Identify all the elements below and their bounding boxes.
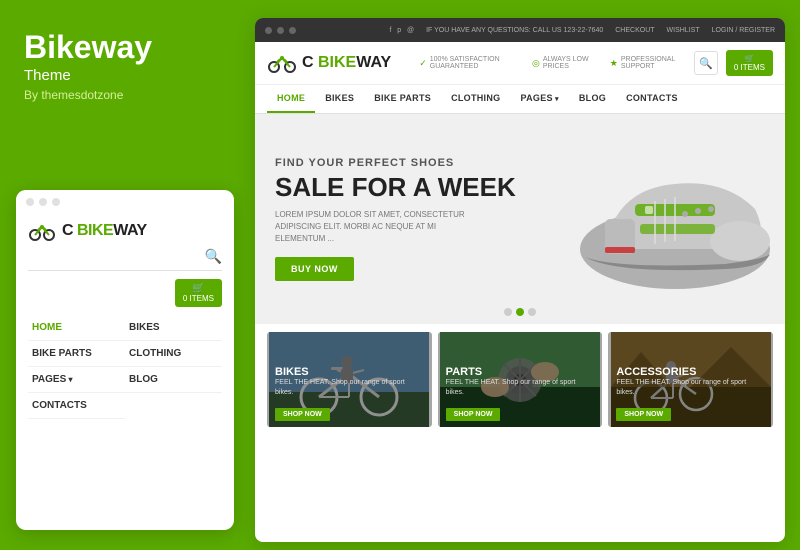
desktop-header: C BIKEWAY ✓ 100% SATISFACTION GUARANTEED… xyxy=(255,42,785,85)
parts-shop-button[interactable]: SHOP NOW xyxy=(446,408,501,421)
prices-text: ALWAYS LOW PRICES xyxy=(543,56,596,70)
hero-section: FIND YOUR PERFECT SHOES SALE FOR A WEEK … xyxy=(255,114,785,324)
mockup-nav-bikes[interactable]: Bikes xyxy=(125,315,222,341)
accessories-shop-button[interactable]: SHOP NOW xyxy=(616,408,671,421)
desktop-logo-text: C BIKEWAY xyxy=(302,54,391,72)
nav-home[interactable]: HOME xyxy=(267,85,315,113)
nav-bike-parts[interactable]: BIKE PARTS xyxy=(364,85,441,113)
mockup-nav-contacts[interactable]: CONTACTS xyxy=(28,393,125,419)
desktop-nav: HOME BIKES BIKE PARTS CLOTHING PAGES BLO… xyxy=(255,85,785,114)
mockup-cart-button[interactable]: 🛒 0 ITEMS xyxy=(175,279,222,307)
accessories-card-content: ACCESSORIES FEEL THE HEAT. Shop our rang… xyxy=(608,360,773,427)
parts-card-content: PARTS FEEL THE HEAT. Shop our range of s… xyxy=(438,360,603,427)
mockup-dots xyxy=(16,190,234,212)
topbar-checkout[interactable]: CHECKOUT xyxy=(615,27,654,34)
header-badge-satisfaction: ✓ 100% SATISFACTION GUARANTEED xyxy=(419,56,518,70)
mockup-nav: HOME Bikes BIKE PARTS cloTHing PAGES BLO… xyxy=(28,315,222,419)
mockup-dot-3 xyxy=(52,198,60,206)
cat-card-accessories: ACCESSORIES FEEL THE HEAT. Shop our rang… xyxy=(608,332,773,427)
desktop-logo: C BIKEWAY xyxy=(267,52,391,74)
mockup-dot-1 xyxy=(26,198,34,206)
hero-dot-2[interactable] xyxy=(516,308,524,316)
search-icon[interactable]: 🔍 xyxy=(205,248,222,265)
header-badges: ✓ 100% SATISFACTION GUARANTEED ◎ ALWAYS … xyxy=(419,56,686,70)
mockup-dot-2 xyxy=(39,198,47,206)
cart-icon: 🛒 xyxy=(192,283,204,294)
bikes-card-desc: FEEL THE HEAT. Shop our range of sport b… xyxy=(275,378,424,398)
nav-contacts[interactable]: CONTACTS xyxy=(616,85,688,113)
header-search-button[interactable]: 🔍 xyxy=(694,51,718,75)
parts-card-desc: FEEL THE HEAT. Shop our range of sport b… xyxy=(446,378,595,398)
mockup-nav-blog[interactable]: BLOG xyxy=(125,367,222,393)
hero-dot-3[interactable] xyxy=(528,308,536,316)
nav-pages[interactable]: PAGES xyxy=(510,85,568,113)
mockup-search-bar: 🔍 xyxy=(28,248,222,271)
desktop-dot-1 xyxy=(265,27,272,34)
mockup-nav-home[interactable]: HOME xyxy=(28,315,125,341)
desktop-topbar: f p @ IF YOU HAVE ANY QUESTIONS: CALL US… xyxy=(255,18,785,42)
desktop-dot-2 xyxy=(277,27,284,34)
accessories-card-desc: FEEL THE HEAT. Shop our range of sport b… xyxy=(616,378,765,398)
hero-desc: LOREM IPSUM DOLOR SIT AMET, CONSECTETUR … xyxy=(275,209,475,245)
topbar-contact: IF YOU HAVE ANY QUESTIONS: CALL US 123-2… xyxy=(426,27,603,34)
desktop-dot-3 xyxy=(289,27,296,34)
mockup-nav-bike-parts[interactable]: BIKE PARTS xyxy=(28,341,125,367)
parts-card-title: PARTS xyxy=(446,366,595,378)
mockup-nav-pages[interactable]: PAGES xyxy=(28,367,125,393)
topbar-wishlist[interactable]: WISHLIST xyxy=(667,27,700,34)
hero-subtitle: FIND YOUR PERFECT SHOES xyxy=(275,157,765,169)
hero-content: FIND YOUR PERFECT SHOES SALE FOR A WEEK … xyxy=(255,137,785,302)
nav-clothing[interactable]: CLOTHING xyxy=(441,85,510,113)
support-text: PROFESSIONAL SUPPORT xyxy=(621,56,686,70)
bikes-shop-button[interactable]: SHOP NOW xyxy=(275,408,330,421)
logo-icon xyxy=(28,220,56,242)
mockup-logo: C BIKEWAY xyxy=(28,220,222,242)
bikes-card-title: BIKES xyxy=(275,366,424,378)
nav-blog[interactable]: BLOG xyxy=(569,85,616,113)
mockup-cart-label: 0 ITEMS xyxy=(183,294,214,303)
topbar-login[interactable]: LOGIN / REGISTER xyxy=(712,27,775,34)
cart-icon: 🛒 xyxy=(744,54,754,63)
category-cards: BIKES FEEL THE HEAT. Shop our range of s… xyxy=(255,324,785,435)
mockup-nav-clothing[interactable]: cloTHing xyxy=(125,341,222,367)
brand-theme: Theme xyxy=(24,67,224,84)
header-actions: 🔍 🛒 0 ITEMS xyxy=(694,50,773,76)
hero-slider-dots xyxy=(504,308,536,316)
cat-card-bikes: BIKES FEEL THE HEAT. Shop our range of s… xyxy=(267,332,432,427)
desktop-mockup: f p @ IF YOU HAVE ANY QUESTIONS: CALL US… xyxy=(255,18,785,542)
header-cart-button[interactable]: 🛒 0 ITEMS xyxy=(726,50,773,76)
prices-icon: ◎ xyxy=(532,58,540,69)
mockup-body: C BIKEWAY 🔍 🛒 0 ITEMS HOME Bikes BIKE PA… xyxy=(16,220,234,419)
mockup-logo-text: C BIKEWAY xyxy=(62,222,147,240)
header-badge-support: ★ PROFESSIONAL SUPPORT xyxy=(610,56,686,70)
cat-card-parts: PARTS FEEL THE HEAT. Shop our range of s… xyxy=(438,332,603,427)
accessories-card-title: ACCESSORIES xyxy=(616,366,765,378)
desktop-logo-icon xyxy=(267,52,297,74)
header-badge-prices: ◎ ALWAYS LOW PRICES xyxy=(532,56,596,70)
satisfaction-text: 100% SATISFACTION GUARANTEED xyxy=(430,56,518,70)
hero-title: SALE FOR A WEEK xyxy=(275,173,765,202)
hero-buy-button[interactable]: BUY NOW xyxy=(275,257,354,281)
bikes-card-content: BIKES FEEL THE HEAT. Shop our range of s… xyxy=(267,360,432,427)
mobile-mockup: C BIKEWAY 🔍 🛒 0 ITEMS HOME Bikes BIKE PA… xyxy=(16,190,234,530)
support-icon: ★ xyxy=(610,58,618,69)
header-cart-label: 0 ITEMS xyxy=(734,63,765,72)
topbar-social: f p @ xyxy=(389,27,414,34)
satisfaction-icon: ✓ xyxy=(419,58,427,69)
topbar-right: f p @ IF YOU HAVE ANY QUESTIONS: CALL US… xyxy=(389,27,775,34)
brand-by: By themesdotzone xyxy=(24,88,224,102)
mockup-cart-area: 🛒 0 ITEMS xyxy=(28,279,222,307)
hero-dot-1[interactable] xyxy=(504,308,512,316)
brand-title: Bikeway xyxy=(24,30,224,65)
left-panel: Bikeway Theme By themesdotzone C BIKEWAY… xyxy=(0,0,248,550)
nav-bikes[interactable]: BIKES xyxy=(315,85,364,113)
